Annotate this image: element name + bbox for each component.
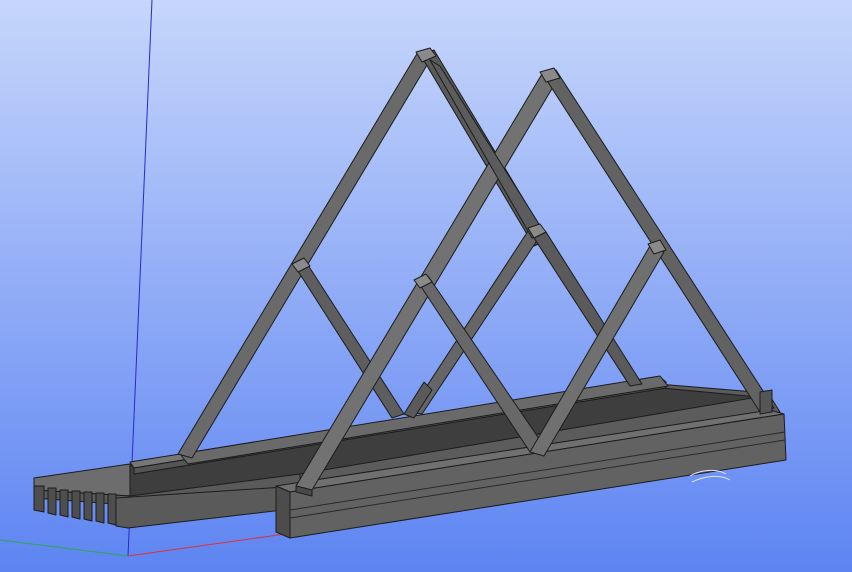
scene-canvas[interactable] [0, 0, 852, 572]
right-end-post [759, 389, 773, 415]
3d-viewport[interactable] [0, 0, 852, 572]
front-girder-end [275, 485, 291, 539]
